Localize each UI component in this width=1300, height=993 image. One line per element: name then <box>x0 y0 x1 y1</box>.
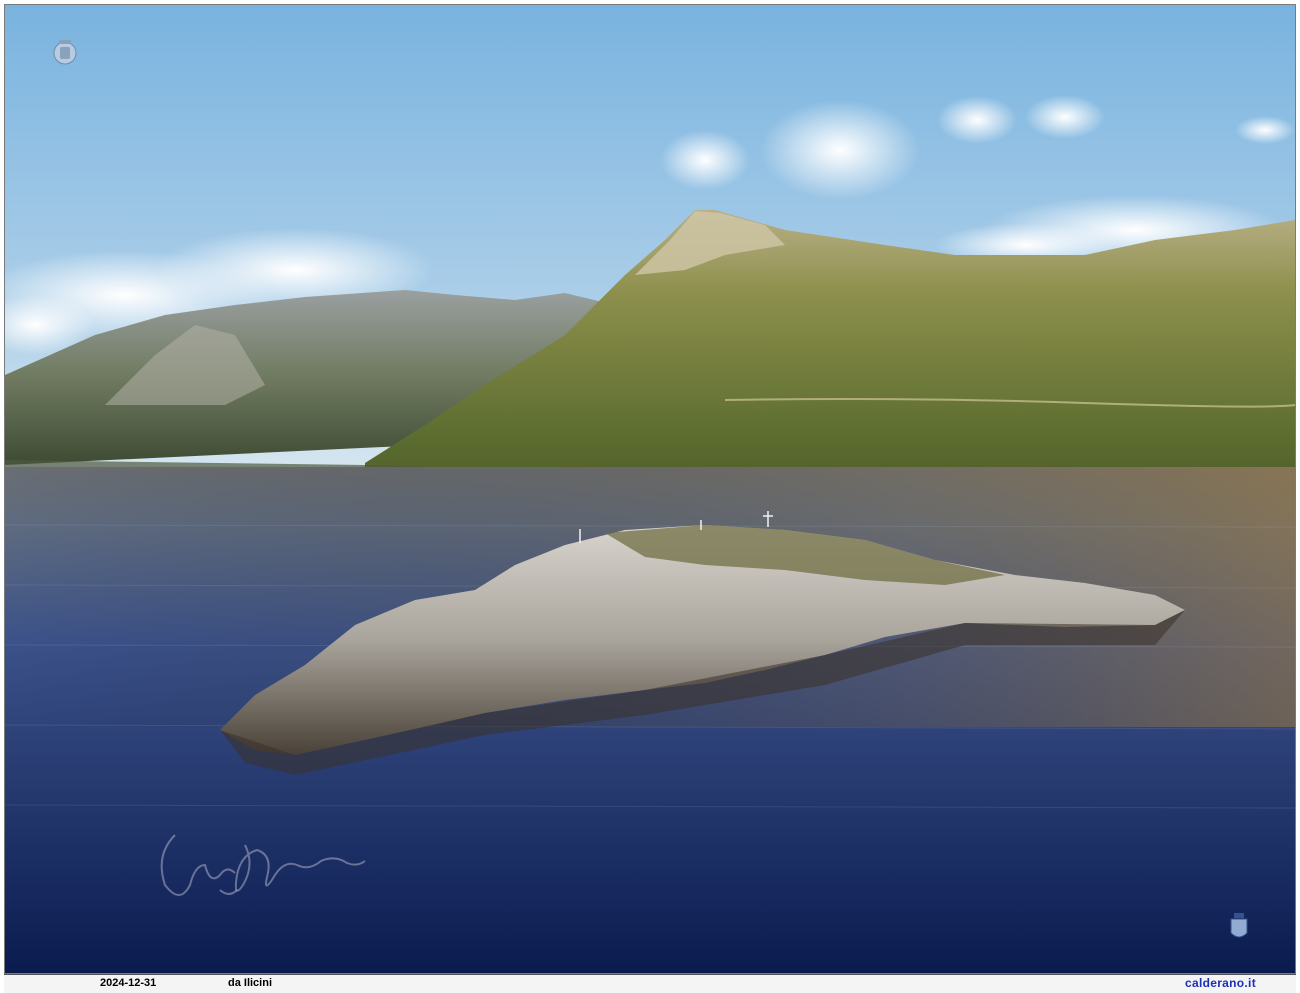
photo-frame <box>4 4 1296 974</box>
landscape-photo <box>5 5 1295 973</box>
site-link[interactable]: calderano.it <box>1185 976 1256 990</box>
photo-date: 2024-12-31 <box>100 977 157 989</box>
photo-location: da Ilicini <box>228 977 273 989</box>
caption-bar: 2024-12-31 da Ilicini calderano.it <box>4 974 1296 993</box>
